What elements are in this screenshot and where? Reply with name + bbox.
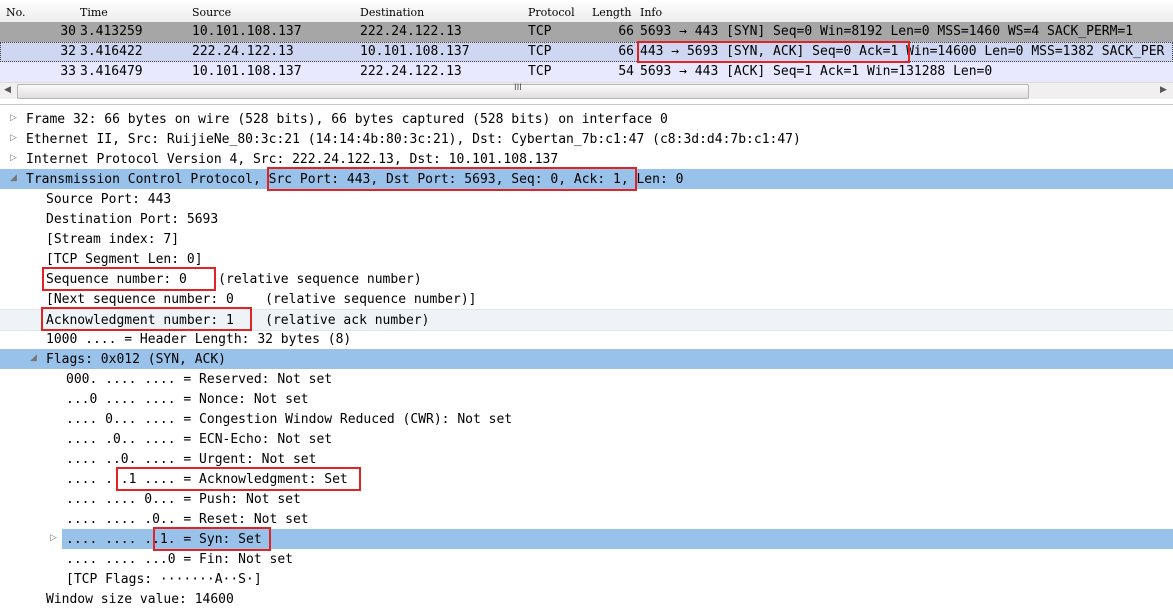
tree-item-label: [Stream index: 7] xyxy=(46,232,180,247)
tree-item-label: .... .... ...0 = Fin: Not set xyxy=(66,552,293,567)
tree-item-flags[interactable]: ◢ Flags: 0x012 (SYN, ACK) xyxy=(0,349,1173,369)
packet-info: 443 → 5693 [SYN, ACK] Seq=0 Ack=1 Win=14… xyxy=(640,44,1165,59)
tree-item-acknowledgment-number[interactable]: Acknowledgment number: 1 (relative ack n… xyxy=(0,309,1173,331)
packet-row[interactable]: 30 3.413259 10.101.108.137 222.24.122.13… xyxy=(0,22,1173,42)
tree-item-flag-push[interactable]: .... .... 0... = Push: Not set xyxy=(0,489,1173,509)
scroll-right-arrow-icon[interactable]: ▶ xyxy=(1160,85,1167,95)
tree-item-sequence-number[interactable]: Sequence number: 0 (relative sequence nu… xyxy=(0,269,1173,289)
tree-item-segment-len[interactable]: [TCP Segment Len: 0] xyxy=(0,249,1173,269)
column-header-time[interactable]: Time xyxy=(80,6,108,19)
tree-item-flag-reset[interactable]: .... .... .0.. = Reset: Not set xyxy=(0,509,1173,529)
packet-destination: 222.24.122.13 xyxy=(360,64,462,79)
horizontal-scrollbar[interactable]: ◀ III ▶ xyxy=(0,82,1173,99)
packet-source: 10.101.108.137 xyxy=(192,64,302,79)
tree-item-label: .... .... ..1. = Syn: Set xyxy=(66,532,262,547)
tree-item-label: .... ..0. .... = Urgent: Not set xyxy=(66,452,317,467)
tree-item-stream-index[interactable]: [Stream index: 7] xyxy=(0,229,1173,249)
tree-item-ethernet[interactable]: ▷ Ethernet II, Src: RuijieNe_80:3c:21 (1… xyxy=(0,129,1173,149)
tree-item-label: 000. .... .... = Reserved: Not set xyxy=(66,372,333,387)
expand-arrow-icon[interactable]: ▷ xyxy=(10,133,17,143)
tree-item-label: Internet Protocol Version 4, Src: 222.24… xyxy=(26,152,559,167)
tree-item-flag-urgent[interactable]: .... ..0. .... = Urgent: Not set xyxy=(0,449,1173,469)
tree-item-label: Source Port: 443 xyxy=(46,192,172,207)
tree-item-ipv4[interactable]: ▷ Internet Protocol Version 4, Src: 222.… xyxy=(0,149,1173,169)
column-header-no[interactable]: No. xyxy=(6,6,26,19)
packet-length: 66 xyxy=(618,24,634,39)
packet-source: 10.101.108.137 xyxy=(192,24,302,39)
packet-no: 32 xyxy=(60,44,76,59)
tree-item-label: 1000 .... = Header Length: 32 bytes (8) xyxy=(46,332,352,347)
packet-source: 222.24.122.13 xyxy=(192,44,294,59)
tree-item-frame[interactable]: ▷ Frame 32: 66 bytes on wire (528 bits),… xyxy=(0,109,1173,129)
tree-item-label: Window size value: 14600 xyxy=(46,592,234,607)
packet-length: 66 xyxy=(618,44,634,59)
packet-info: 5693 → 443 [SYN] Seq=0 Win=8192 Len=0 MS… xyxy=(640,24,1134,39)
packet-row[interactable]: 33 3.416479 10.101.108.137 222.24.122.13… xyxy=(0,62,1173,82)
tree-item-flag-reserved[interactable]: 000. .... .... = Reserved: Not set xyxy=(0,369,1173,389)
tree-item-flag-syn[interactable]: ▷ .... .... ..1. = Syn: Set xyxy=(0,529,1173,549)
packet-destination: 10.101.108.137 xyxy=(360,44,470,59)
tree-item-next-sequence-number[interactable]: [Next sequence number: 0 (relative seque… xyxy=(0,289,1173,309)
packet-protocol: TCP xyxy=(528,64,552,79)
tree-item-label: Destination Port: 5693 xyxy=(46,212,219,227)
tree-item-label: .... .... .0.. = Reset: Not set xyxy=(66,512,309,527)
packet-protocol: TCP xyxy=(528,44,552,59)
tree-item-label: Acknowledgment number: 1 (relative ack n… xyxy=(46,313,430,328)
scrollbar-grip-icon: III xyxy=(514,83,522,93)
tree-item-tcp[interactable]: ◢ Transmission Control Protocol, Src Por… xyxy=(0,169,1173,189)
tree-item-flag-nonce[interactable]: ...0 .... .... = Nonce: Not set xyxy=(0,389,1173,409)
scrollbar-thumb[interactable] xyxy=(17,84,1029,99)
packet-length: 54 xyxy=(618,64,634,79)
tree-item-destination-port[interactable]: Destination Port: 5693 xyxy=(0,209,1173,229)
tree-item-header-length[interactable]: 1000 .... = Header Length: 32 bytes (8) xyxy=(0,329,1173,349)
packet-row-selected[interactable]: 32 3.416422 222.24.122.13 10.101.108.137… xyxy=(0,42,1173,62)
tree-item-label: [TCP Flags: ·······A··S·] xyxy=(66,572,262,587)
packet-protocol: TCP xyxy=(528,24,552,39)
tree-item-label: Flags: 0x012 (SYN, ACK) xyxy=(46,352,227,367)
tree-item-tcp-flags[interactable]: [TCP Flags: ·······A··S·] xyxy=(0,569,1173,589)
tree-item-flag-ecn-echo[interactable]: .... .0.. .... = ECN-Echo: Not set xyxy=(0,429,1173,449)
tree-item-label: .... .0.. .... = ECN-Echo: Not set xyxy=(66,432,333,447)
tree-item-label: .... .... 0... = Push: Not set xyxy=(66,492,301,507)
packet-time: 3.416479 xyxy=(80,64,143,79)
tree-item-label: [Next sequence number: 0 (relative seque… xyxy=(46,292,477,307)
tree-item-label: Transmission Control Protocol, Src Port:… xyxy=(26,172,684,187)
tree-item-label: Ethernet II, Src: RuijieNe_80:3c:21 (14:… xyxy=(26,132,801,147)
tree-item-label: .... ...1 .... = Acknowledgment: Set xyxy=(66,472,348,487)
tree-item-source-port[interactable]: Source Port: 443 xyxy=(0,189,1173,209)
tree-item-label: Sequence number: 0 (relative sequence nu… xyxy=(46,272,422,287)
scroll-left-arrow-icon[interactable]: ◀ xyxy=(4,85,11,95)
tree-item-window-size[interactable]: Window size value: 14600 xyxy=(0,589,1173,609)
packet-destination: 222.24.122.13 xyxy=(360,24,462,39)
packet-time: 3.413259 xyxy=(80,24,143,39)
tree-item-flag-cwr[interactable]: .... 0... .... = Congestion Window Reduc… xyxy=(0,409,1173,429)
tree-item-label: ...0 .... .... = Nonce: Not set xyxy=(66,392,309,407)
packet-list-header: No. Time Source Destination Protocol Len… xyxy=(0,0,1173,23)
tree-item-flag-acknowledgment[interactable]: .... ...1 .... = Acknowledgment: Set xyxy=(0,469,1173,489)
tree-item-flag-fin[interactable]: .... .... ...0 = Fin: Not set xyxy=(0,549,1173,569)
tree-item-label: [TCP Segment Len: 0] xyxy=(46,252,203,267)
column-header-info[interactable]: Info xyxy=(640,6,662,19)
tree-item-label: Frame 32: 66 bytes on wire (528 bits), 6… xyxy=(26,112,668,127)
packet-no: 30 xyxy=(60,24,76,39)
column-header-length[interactable]: Length xyxy=(592,6,631,19)
collapse-arrow-icon[interactable]: ◢ xyxy=(10,173,17,183)
collapse-arrow-icon[interactable]: ◢ xyxy=(30,353,37,363)
packet-detail-tree: ▷ Frame 32: 66 bytes on wire (528 bits),… xyxy=(0,104,1173,612)
column-header-protocol[interactable]: Protocol xyxy=(528,6,575,19)
packet-info: 5693 → 443 [ACK] Seq=1 Ack=1 Win=131288 … xyxy=(640,64,993,79)
packet-list: No. Time Source Destination Protocol Len… xyxy=(0,0,1173,99)
column-header-source[interactable]: Source xyxy=(192,6,231,19)
expand-arrow-icon[interactable]: ▷ xyxy=(50,533,57,543)
packet-no: 33 xyxy=(60,64,76,79)
column-header-destination[interactable]: Destination xyxy=(360,6,424,19)
expand-arrow-icon[interactable]: ▷ xyxy=(10,153,17,163)
expand-arrow-icon[interactable]: ▷ xyxy=(10,113,17,123)
packet-time: 3.416422 xyxy=(80,44,143,59)
tree-item-label: .... 0... .... = Congestion Window Reduc… xyxy=(66,412,513,427)
